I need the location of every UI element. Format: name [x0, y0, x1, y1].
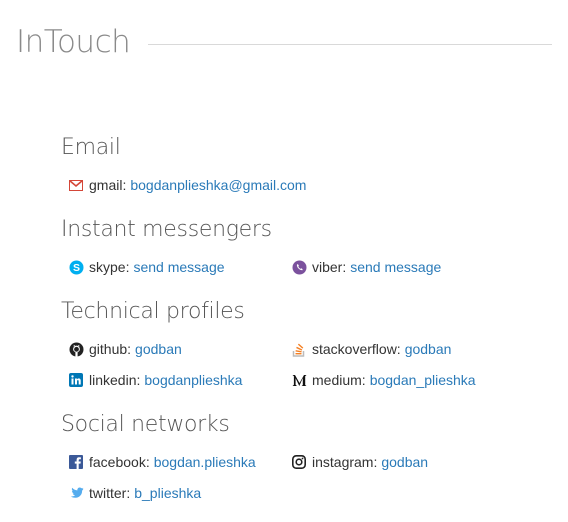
section-title-social: Social networks: [61, 412, 230, 437]
title-divider: [148, 43, 552, 45]
contact-github: github: godban: [68, 338, 291, 360]
email-list: gmail: bogdanplieshka@gmail.com: [61, 174, 551, 205]
viber-link[interactable]: send message: [350, 256, 441, 278]
page-header: InTouch: [16, 22, 552, 62]
linkedin-icon: [68, 372, 84, 388]
github-label: github:: [89, 341, 132, 357]
stackoverflow-icon: [291, 341, 307, 357]
stackoverflow-label: stackoverflow:: [312, 341, 401, 357]
facebook-icon: [68, 454, 84, 470]
twitter-icon: [68, 485, 84, 501]
section-title-email: Email: [61, 135, 121, 160]
instagram-label: instagram:: [312, 454, 378, 470]
contact-medium: medium: bogdan_plieshka: [291, 369, 514, 391]
viber-icon: [291, 259, 307, 275]
contact-gmail: gmail: bogdanplieshka@gmail.com: [68, 174, 368, 196]
github-icon: [68, 341, 84, 357]
social-list: facebook: bogdan.plieshka instagram: god…: [61, 451, 551, 513]
medium-icon: [291, 372, 307, 388]
section-title-messengers: Instant messengers: [61, 217, 272, 242]
medium-link[interactable]: bogdan_plieshka: [370, 369, 476, 391]
section-title-technical: Technical profiles: [61, 299, 245, 324]
facebook-link[interactable]: bogdan.plieshka: [154, 451, 256, 473]
skype-link[interactable]: send message: [133, 256, 224, 278]
viber-label: viber:: [312, 259, 347, 275]
contact-facebook: facebook: bogdan.plieshka: [68, 451, 291, 473]
contact-skype: S skype: send message: [68, 256, 291, 278]
instagram-link[interactable]: godban: [381, 451, 428, 473]
skype-label: skype:: [89, 259, 130, 275]
gmail-link[interactable]: bogdanplieshka@gmail.com: [130, 174, 306, 196]
messengers-list: S skype: send message viber: send messag…: [61, 256, 551, 287]
facebook-label: facebook:: [89, 454, 150, 470]
medium-label: medium:: [312, 372, 366, 388]
contact-stackoverflow: stackoverflow: godban: [291, 338, 514, 360]
gmail-icon: [68, 177, 84, 193]
contact-viber: viber: send message: [291, 256, 514, 278]
instagram-icon: [291, 454, 307, 470]
linkedin-link[interactable]: bogdanplieshka: [144, 369, 242, 391]
skype-icon: S: [68, 259, 84, 275]
gmail-label: gmail:: [89, 177, 127, 193]
svg-text:S: S: [72, 262, 79, 274]
github-link[interactable]: godban: [135, 338, 182, 360]
contacts-content: Email gmail: bogdanplieshka@gmail.com In…: [61, 132, 551, 522]
linkedin-label: linkedin:: [89, 372, 141, 388]
contact-instagram: instagram: godban: [291, 451, 514, 473]
technical-list: github: godban stackoverflow: godban lin…: [61, 338, 551, 400]
stackoverflow-link[interactable]: godban: [405, 338, 452, 360]
contact-linkedin: linkedin: bogdanplieshka: [68, 369, 291, 391]
page-title: InTouch: [16, 24, 131, 60]
